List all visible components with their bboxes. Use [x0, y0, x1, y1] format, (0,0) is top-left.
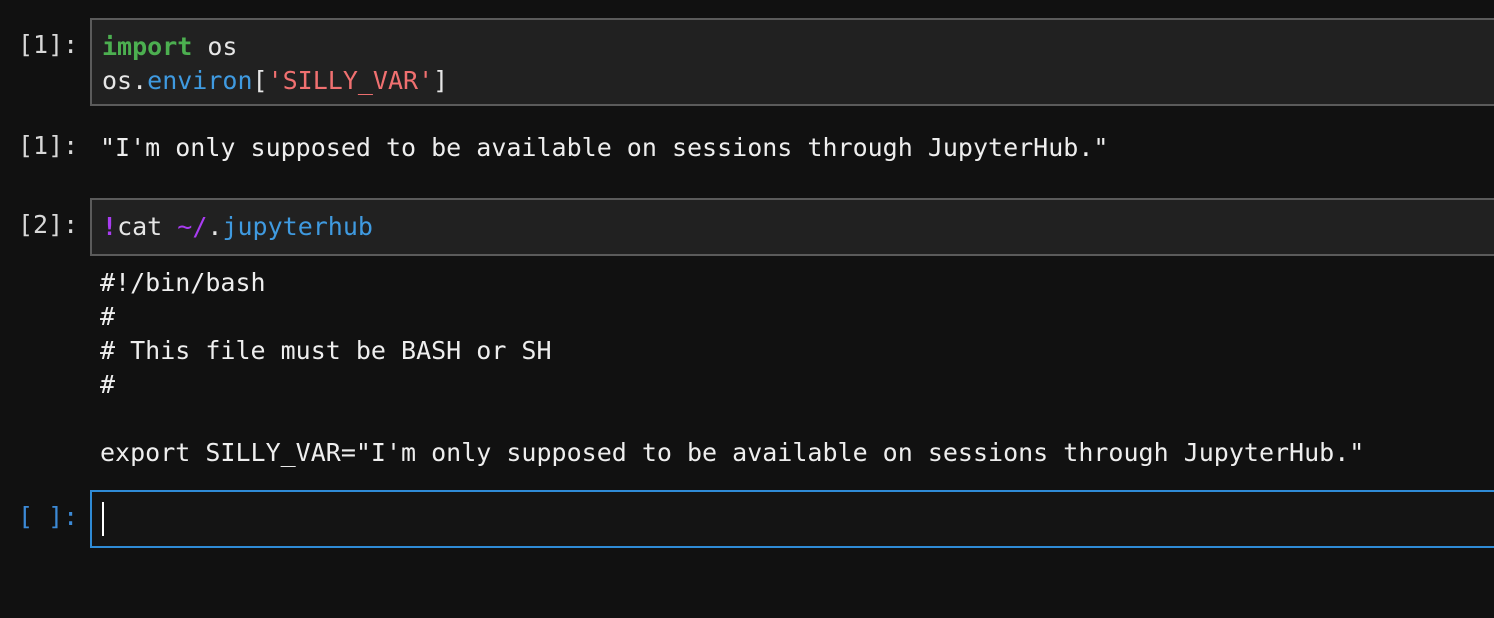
code-string: 'SILLY_VAR' [267, 66, 434, 95]
shell-command: cat [117, 212, 178, 241]
cell-2-output: #!/bin/bash # # This file must be BASH or … [100, 266, 1364, 470]
cell-1-input-prompt: [1]: [18, 30, 79, 59]
keyword-import: import [102, 32, 193, 61]
cell-1-output: "I'm only supposed to be available on se… [100, 133, 1109, 162]
code-text: os [192, 32, 238, 61]
shell-bang: ! [102, 212, 118, 241]
code-attribute: environ [147, 66, 253, 95]
path-home: ~/ [177, 212, 208, 241]
output-line: #!/bin/bash [100, 268, 266, 297]
cell-3-code-editor[interactable] [90, 490, 1494, 548]
cell-3-input-prompt: [ ]: [18, 502, 79, 531]
code-object: os. [102, 66, 148, 95]
cell-1-output-prompt: [1]: [18, 131, 79, 160]
code-bracket-open: [ [252, 66, 268, 95]
output-line: # [100, 302, 116, 331]
cell-1-code-editor[interactable]: import os os.environ['SILLY_VAR'] [90, 18, 1494, 106]
output-line: export SILLY_VAR="I'm only supposed to b… [100, 438, 1365, 467]
path-name: jupyterhub [222, 212, 373, 241]
cell-2-input-prompt: [2]: [18, 210, 79, 239]
text-cursor [102, 502, 104, 536]
cell-2-code: !cat ~/.jupyterhub [102, 210, 373, 244]
output-line: # [100, 370, 116, 399]
cell-2-code-editor[interactable]: !cat ~/.jupyterhub [90, 198, 1494, 256]
output-line: # This file must be BASH or SH [100, 336, 552, 365]
cell-1-code: import os os.environ['SILLY_VAR'] [102, 30, 448, 98]
code-bracket-close: ] [433, 66, 449, 95]
path-dot: . [207, 212, 223, 241]
